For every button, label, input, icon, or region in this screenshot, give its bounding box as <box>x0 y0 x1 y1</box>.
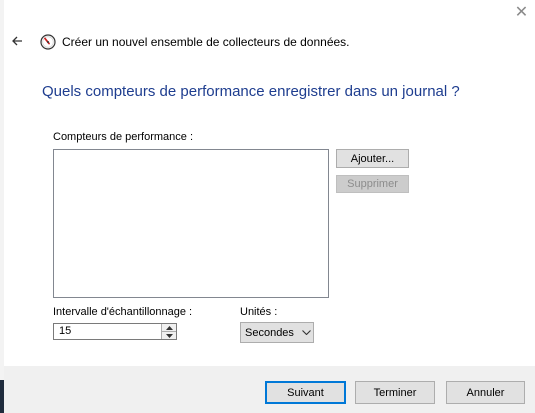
chevron-down-icon <box>301 330 311 335</box>
chevron-down-icon <box>165 333 173 338</box>
next-button[interactable]: Suivant <box>265 381 346 404</box>
cancel-button[interactable]: Annuler <box>446 381 525 404</box>
remove-button[interactable]: Supprimer <box>336 175 409 193</box>
finish-button[interactable]: Terminer <box>355 381 435 404</box>
back-arrow-icon <box>12 36 22 46</box>
window-edge <box>0 0 4 413</box>
page-heading: Quels compteurs de performance enregistr… <box>42 83 460 100</box>
chevron-up-icon <box>165 325 173 330</box>
add-button[interactable]: Ajouter... <box>336 149 409 168</box>
interval-value[interactable]: 15 <box>54 324 161 339</box>
counters-listbox[interactable] <box>53 149 329 298</box>
units-value: Secondes <box>245 326 294 339</box>
units-label: Unités : <box>240 306 278 318</box>
stepper-arrows <box>161 324 176 339</box>
wizard-title: Créer un nouvel ensemble de collecteurs … <box>62 35 350 49</box>
interval-label: Intervalle d'échantillonnage : <box>53 306 193 318</box>
back-button[interactable] <box>8 32 26 50</box>
wizard-window: ✕ Créer un nouvel ensemble de collecteur… <box>0 0 535 413</box>
performance-monitor-icon <box>40 34 56 50</box>
interval-stepper[interactable]: 15 <box>53 323 177 340</box>
units-select[interactable]: Secondes <box>240 322 314 343</box>
stepper-down-button[interactable] <box>162 332 176 339</box>
close-button[interactable]: ✕ <box>508 2 535 24</box>
close-icon: ✕ <box>514 4 529 21</box>
counters-label: Compteurs de performance : <box>53 131 194 143</box>
stepper-up-button[interactable] <box>162 324 176 332</box>
select-arrow <box>299 330 313 335</box>
